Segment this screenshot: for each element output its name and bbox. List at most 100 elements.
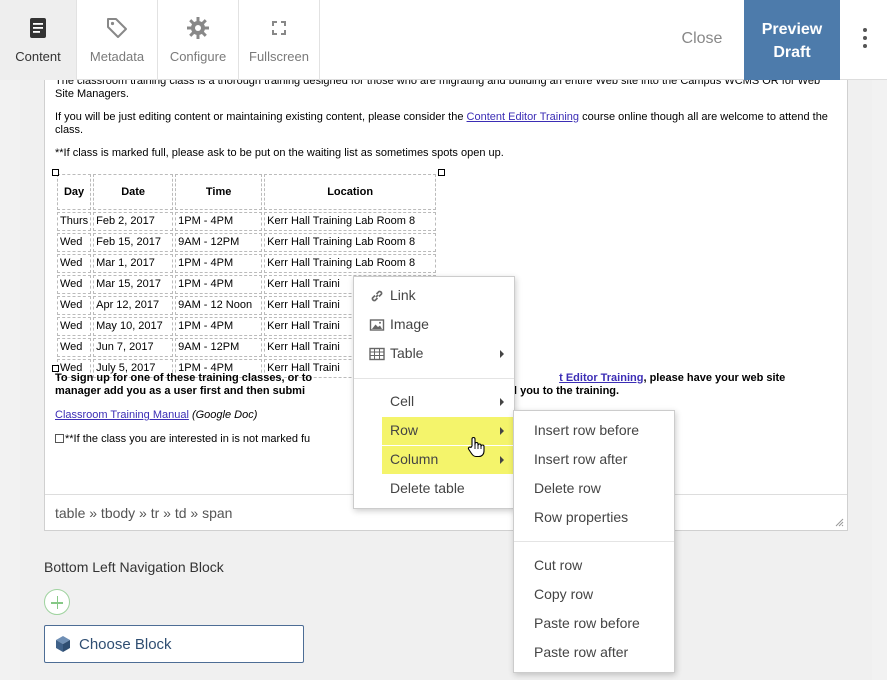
- content-editor-training-link[interactable]: Content Editor Training: [467, 111, 580, 123]
- cell-time[interactable]: 1PM - 4PM: [175, 254, 263, 273]
- choose-block-button[interactable]: Choose Block: [44, 625, 304, 663]
- submenu-paste-row-before[interactable]: Paste row before: [514, 610, 674, 638]
- tab-content[interactable]: Content: [0, 0, 77, 80]
- cube-icon: [56, 636, 70, 652]
- cell-time[interactable]: 9AM - 12 Noon: [175, 296, 263, 315]
- cell-day[interactable]: Wed: [57, 317, 92, 336]
- chevron-right-icon: [500, 456, 504, 464]
- tag-icon: [107, 18, 127, 38]
- menu-item-delete-table-label: Delete table: [390, 480, 465, 496]
- tab-metadata-label: Metadata: [89, 49, 145, 64]
- cell-day[interactable]: Thurs: [57, 212, 92, 231]
- submenu-row-properties[interactable]: Row properties: [514, 504, 674, 532]
- more-options-icon[interactable]: [856, 28, 874, 50]
- table-row[interactable]: Thurs Feb 2, 2017 1PM - 4PM Kerr Hall Train…: [57, 212, 437, 231]
- table-row[interactable]: Wed Mar 1, 2017 1PM - 4PM Kerr Hall Trainin…: [57, 254, 437, 273]
- menu-item-image[interactable]: Image: [354, 311, 514, 339]
- chevron-right-icon: [500, 427, 504, 435]
- menu-item-table-label: Table: [390, 345, 424, 361]
- menu-item-row[interactable]: Row: [382, 417, 514, 445]
- submenu-delete-row[interactable]: Delete row: [514, 475, 674, 503]
- submenu-copy-row[interactable]: Copy row: [514, 581, 674, 609]
- manual-note: (Google Doc): [191, 409, 258, 421]
- draft-label: Draft: [773, 44, 811, 61]
- menu-item-link[interactable]: Link: [354, 282, 514, 310]
- cell-day[interactable]: Wed: [57, 254, 92, 273]
- cell-time[interactable]: 9AM - 12PM: [175, 338, 263, 357]
- cell-time[interactable]: 1PM - 4PM: [175, 275, 263, 294]
- menu-item-column[interactable]: Column: [382, 446, 514, 474]
- cell-location[interactable]: Kerr Hall Training Lab Room 8: [264, 233, 437, 252]
- top-toolbar: Content Metadata Configure Fullscreen Cl…: [0, 0, 887, 80]
- signup-line1-a: To sign up for one of these training cla…: [55, 372, 313, 384]
- editor-training-link[interactable]: t Editor Training: [559, 372, 643, 384]
- header-date[interactable]: Date: [93, 174, 174, 210]
- cell-date[interactable]: Feb 2, 2017: [93, 212, 174, 231]
- submenu-insert-row-after[interactable]: Insert row after: [514, 446, 674, 474]
- cell-day[interactable]: Wed: [57, 233, 92, 252]
- menu-item-image-label: Image: [390, 316, 429, 332]
- cell-location[interactable]: Kerr Hall Training Lab Room 8: [264, 254, 437, 273]
- chevron-right-icon: [500, 350, 504, 358]
- preview-label: Preview: [761, 21, 823, 38]
- cell-day[interactable]: Wed: [57, 338, 92, 357]
- choose-block-label: Choose Block: [79, 636, 172, 653]
- link-icon: [371, 290, 383, 302]
- cell-time[interactable]: 9AM - 12PM: [175, 233, 263, 252]
- cell-time[interactable]: 1PM - 4PM: [175, 212, 263, 231]
- table-row[interactable]: Wed Feb 15, 2017 9AM - 12PM Kerr Hall Train…: [57, 233, 437, 252]
- menu-item-row-label: Row: [390, 422, 419, 438]
- cell-date[interactable]: Apr 12, 2017: [93, 296, 174, 315]
- row-submenu: Insert row before Insert row after Delet…: [513, 410, 675, 673]
- menu-item-link-label: Link: [390, 287, 416, 303]
- menu-item-column-label: Column: [390, 451, 439, 467]
- add-block-icon[interactable]: [44, 589, 70, 615]
- table-header-row[interactable]: Day Date Time Location: [57, 174, 437, 210]
- submenu-paste-row-after[interactable]: Paste row after: [514, 639, 674, 667]
- image-icon: [369, 319, 385, 331]
- close-button[interactable]: Close: [664, 30, 740, 48]
- menu-item-cell[interactable]: Cell: [354, 388, 514, 416]
- submenu-cut-row[interactable]: Cut row: [514, 552, 674, 580]
- bottom-left-nav-label: Bottom Left Navigation Block: [44, 559, 224, 575]
- tab-content-label: Content: [15, 49, 61, 64]
- context-menu: Link Image Table Cell Row Column Delete …: [353, 276, 515, 509]
- cell-date[interactable]: Mar 1, 2017: [93, 254, 174, 273]
- menu-item-table[interactable]: Table: [354, 340, 514, 368]
- cell-date[interactable]: Jun 7, 2017: [93, 338, 174, 357]
- tab-fullscreen[interactable]: Fullscreen: [239, 0, 320, 80]
- cell-date[interactable]: Mar 15, 2017: [93, 275, 174, 294]
- chevron-right-icon: [500, 398, 504, 406]
- header-location[interactable]: Location: [264, 174, 437, 210]
- tab-configure[interactable]: Configure: [158, 0, 239, 80]
- signup-line1-b: , please have your web site: [643, 372, 786, 384]
- editor-body[interactable]: The classroom training class is a thorou…: [52, 80, 835, 445]
- cell-day[interactable]: Wed: [57, 296, 92, 315]
- menu-item-cell-label: Cell: [390, 393, 415, 409]
- menu-item-delete-table[interactable]: Delete table: [354, 475, 514, 503]
- tab-configure-label: Configure: [169, 49, 227, 64]
- submenu-insert-row-before[interactable]: Insert row before: [514, 417, 674, 445]
- classroom-training-manual-link[interactable]: Classroom Training Manual: [55, 409, 189, 421]
- cell-date[interactable]: May 10, 2017: [93, 317, 174, 336]
- preview-draft-button[interactable]: Preview Draft: [744, 0, 840, 80]
- cell-location[interactable]: Kerr Hall Training Lab Room 8: [264, 212, 437, 231]
- resize-handle-bottom-left[interactable]: [52, 365, 59, 372]
- element-path[interactable]: table » tbody » tr » td » span: [55, 505, 232, 521]
- cell-time[interactable]: 1PM - 4PM: [175, 317, 263, 336]
- tab-fullscreen-label: Fullscreen: [249, 49, 309, 64]
- resize-handle-top-right[interactable]: [438, 169, 445, 176]
- cell-date[interactable]: Feb 15, 2017: [93, 233, 174, 252]
- header-time[interactable]: Time: [175, 174, 263, 210]
- resize-handle-top-left[interactable]: [52, 169, 59, 176]
- resize-grip-icon[interactable]: [835, 518, 844, 527]
- editing-text-pre: If you will be just editing content or m…: [55, 111, 467, 123]
- tab-metadata[interactable]: Metadata: [77, 0, 158, 80]
- header-day[interactable]: Day: [57, 174, 92, 210]
- table-icon: [369, 347, 385, 361]
- submenu-divider: [514, 541, 674, 542]
- signup-line2-a: manager add you as a user first and then…: [55, 385, 306, 397]
- cell-day[interactable]: Wed: [57, 275, 92, 294]
- fullscreen-icon: [272, 21, 286, 35]
- waiting-list-note: **If class is marked full, please ask to…: [55, 147, 504, 159]
